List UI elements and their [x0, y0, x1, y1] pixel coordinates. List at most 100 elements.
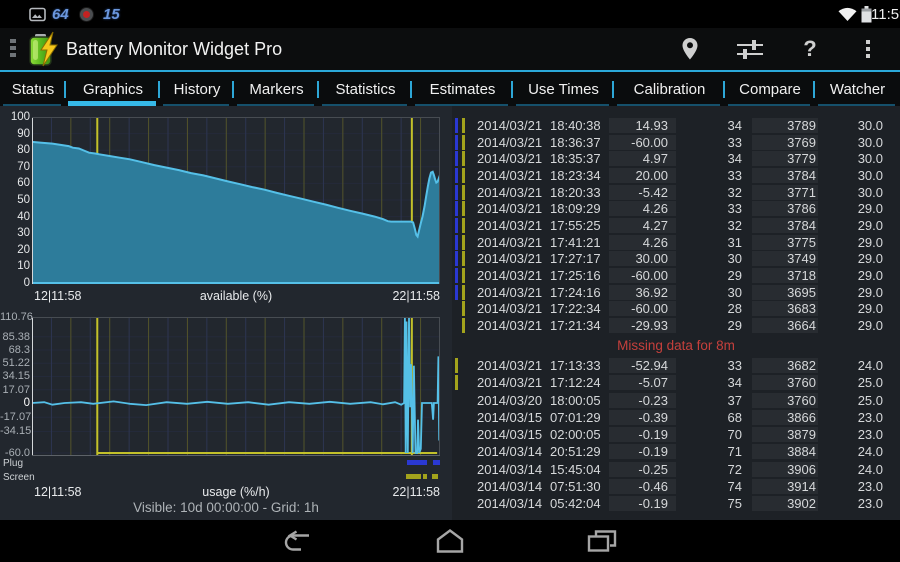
clock: 11:59 [871, 4, 900, 24]
available-chart-plot[interactable] [32, 117, 440, 284]
tab-bar: StatusGraphicsHistoryMarkersStatisticsEs… [0, 70, 900, 106]
cell-time: 17:13:33 [550, 358, 609, 373]
cell-rate: 4.97 [609, 151, 676, 166]
table-row[interactable]: 2014/03/2117:55:254.2732378429.0 [452, 217, 900, 234]
cell-temp: 25.0 [818, 393, 883, 408]
cell-level: 28 [676, 301, 742, 316]
table-row[interactable]: 2014/03/2118:40:3814.9334378930.0 [452, 117, 900, 134]
x-axis-end-label: 22|11:58 [392, 485, 440, 499]
cell-date: 2014/03/14 [477, 496, 550, 511]
usage-chart-plot[interactable] [32, 317, 440, 456]
table-row[interactable]: 2014/03/1415:45:04-0.2572390624.0 [452, 460, 900, 477]
app-title: Battery Monitor Widget Pro [66, 28, 282, 70]
cell-rate: -52.94 [609, 358, 676, 373]
back-button[interactable] [258, 520, 338, 562]
table-row[interactable]: 2014/03/1407:51:30-0.4674391423.0 [452, 478, 900, 495]
table-row[interactable]: 2014/03/2117:41:214.2631377529.0 [452, 234, 900, 251]
chart-title-label: usage (%/h) [32, 485, 440, 499]
table-row[interactable]: 2014/03/1420:51:29-0.1971388424.0 [452, 443, 900, 460]
settings-button[interactable] [728, 28, 772, 70]
screen-indicator-bar [462, 201, 465, 216]
cell-volt: 3718 [752, 268, 818, 283]
table-row[interactable]: 2014/03/2118:36:37-60.0033376930.0 [452, 134, 900, 151]
cell-temp: 25.0 [818, 375, 883, 390]
table-row[interactable]: 2014/03/2118:09:294.2633378629.0 [452, 200, 900, 217]
tab-graphics[interactable]: Graphics [66, 72, 160, 106]
tab-estimates[interactable]: Estimates [412, 72, 513, 106]
cell-volt: 3866 [752, 410, 818, 425]
tab-markers[interactable]: Markers [234, 72, 319, 106]
cell-temp: 30.0 [818, 185, 883, 200]
cell-time: 17:24:16 [550, 285, 609, 300]
wifi-icon [838, 4, 857, 24]
plug-indicator-bar [455, 410, 458, 425]
cell-temp: 24.0 [818, 358, 883, 373]
table-row[interactable]: 2014/03/2117:21:34-29.9329366429.0 [452, 317, 900, 334]
markers-button[interactable] [668, 28, 712, 70]
screen-indicator-bar [462, 285, 465, 300]
cell-date: 2014/03/20 [477, 393, 550, 408]
table-row[interactable]: 2014/03/2117:24:1636.9230369529.0 [452, 284, 900, 301]
usage-chart[interactable]: 12|11:58 usage (%/h) 22|11:58 110.7685.3… [0, 317, 452, 502]
cell-level: 31 [676, 235, 742, 250]
available-chart[interactable]: 12|11:58 available (%) 22|11:58 10090807… [0, 117, 452, 309]
action-bar: Battery Monitor Widget Pro ? [0, 28, 900, 70]
y-axis-label: 70 [0, 161, 30, 174]
plug-legend-label: Plug [3, 458, 23, 469]
cell-level: 70 [676, 427, 742, 442]
screen-indicator-bar [462, 444, 465, 459]
cell-temp: 24.0 [818, 462, 883, 477]
tab-history[interactable]: History [160, 72, 234, 106]
table-row[interactable]: 2014/03/2117:12:24-5.0734376025.0 [452, 374, 900, 391]
screen-indicator-bar [462, 118, 465, 133]
cell-rate: 30.00 [609, 251, 676, 266]
table-row[interactable]: 2014/03/2118:23:3420.0033378430.0 [452, 167, 900, 184]
cell-time: 18:36:37 [550, 135, 609, 150]
tab-compare[interactable]: Compare [725, 72, 815, 106]
plug-indicator-bar [455, 427, 458, 442]
tab-status[interactable]: Status [0, 72, 66, 106]
table-row[interactable]: 2014/03/1507:01:29-0.3968386623.0 [452, 409, 900, 426]
cell-level: 33 [676, 168, 742, 183]
overflow-menu-button[interactable] [846, 28, 890, 70]
back-icon [282, 530, 314, 553]
plug-indicator-bar [455, 285, 458, 300]
cell-level: 34 [676, 118, 742, 133]
cell-time: 18:09:29 [550, 201, 609, 216]
tune-sliders-icon [736, 37, 764, 61]
cell-time: 18:20:33 [550, 185, 609, 200]
screen-indicator-bar [462, 318, 465, 333]
table-row[interactable]: 2014/03/1405:42:04-0.1975390223.0 [452, 495, 900, 512]
cell-level: 33 [676, 135, 742, 150]
table-row[interactable]: 2014/03/2117:27:1730.0030374929.0 [452, 251, 900, 268]
table-row[interactable]: 2014/03/2018:00:05-0.2337376025.0 [452, 391, 900, 408]
plug-bar [433, 460, 440, 465]
table-row[interactable]: 2014/03/2117:25:16-60.0029371829.0 [452, 267, 900, 284]
cell-level: 29 [676, 318, 742, 333]
cell-rate: -0.25 [609, 462, 676, 477]
menu-grip-icon[interactable] [10, 39, 16, 57]
cell-volt: 3784 [752, 218, 818, 233]
cell-time: 18:00:05 [550, 393, 609, 408]
plug-indicator-bar [455, 235, 458, 250]
table-row[interactable]: 2014/03/2117:22:34-60.0028368329.0 [452, 301, 900, 318]
cell-rate: -5.07 [609, 375, 676, 390]
table-row[interactable]: 2014/03/2118:20:33-5.4232377130.0 [452, 184, 900, 201]
cell-volt: 3884 [752, 444, 818, 459]
help-button[interactable]: ? [788, 28, 832, 70]
cell-temp: 29.0 [818, 235, 883, 250]
cell-temp: 29.0 [818, 285, 883, 300]
tab-calibration[interactable]: Calibration [614, 72, 725, 106]
tab-statistics[interactable]: Statistics [319, 72, 412, 106]
table-row[interactable]: 2014/03/2118:35:374.9734377930.0 [452, 150, 900, 167]
table-row[interactable]: 2014/03/2117:13:33-52.9433368224.0 [452, 357, 900, 374]
home-button[interactable] [410, 520, 490, 562]
cell-rate: -60.00 [609, 301, 676, 316]
y-axis-label: 100 [0, 111, 30, 124]
table-row[interactable]: 2014/03/1502:00:05-0.1970387923.0 [452, 426, 900, 443]
tab-use-times[interactable]: Use Times [513, 72, 614, 106]
recents-button[interactable] [562, 520, 642, 562]
tab-watcher[interactable]: Watcher [815, 72, 900, 106]
cell-date: 2014/03/21 [477, 301, 550, 316]
missing-data-row: Missing data for 8m [452, 334, 900, 357]
